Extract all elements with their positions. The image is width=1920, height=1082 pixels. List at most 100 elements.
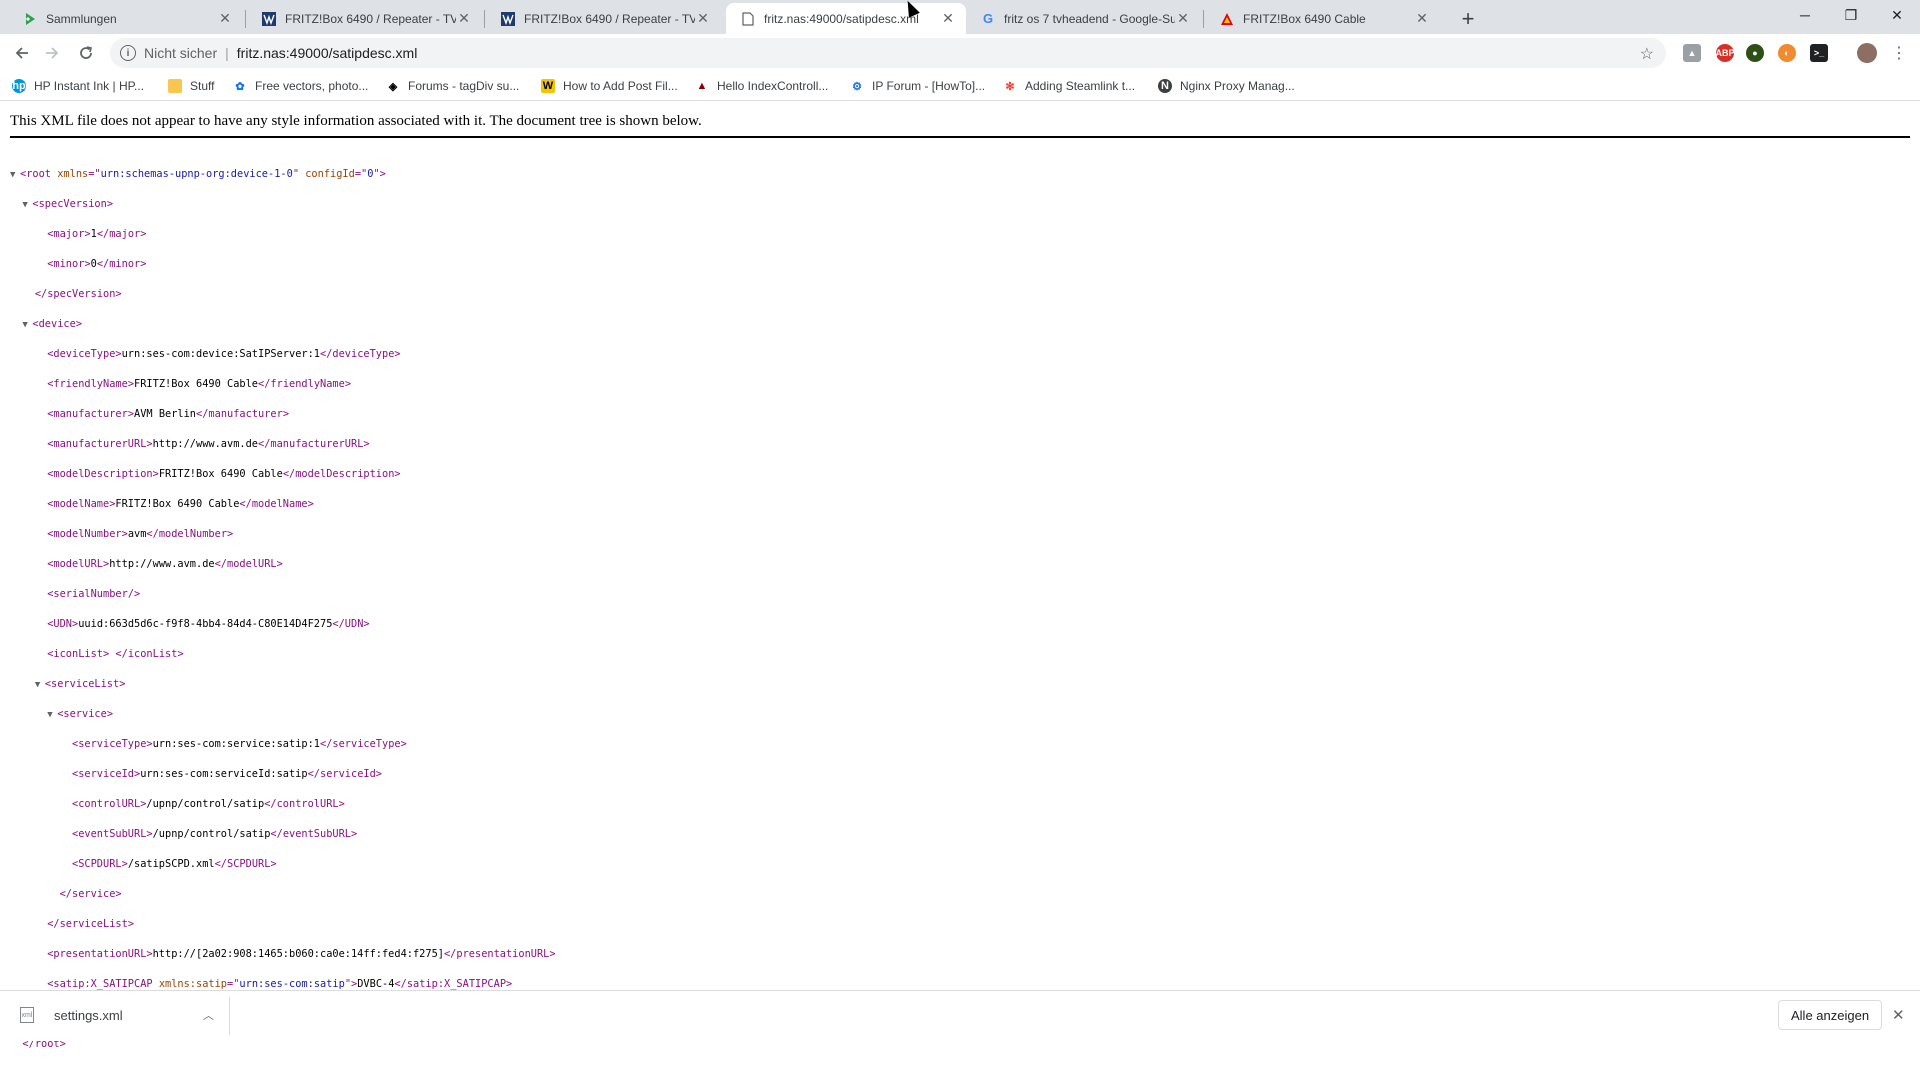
tab-fritzbox-repeater-2[interactable]: FRITZ!Box 6490 / Repeater - TVH ✕ [486,3,721,34]
chevron-up-icon[interactable]: ︿ [203,1007,214,1023]
tab-separator [1203,10,1204,28]
bookmark-label: Free vectors, photo... [255,79,369,93]
extension-orange-icon[interactable]: ◐ [1778,44,1796,62]
back-arrow-icon [15,47,28,59]
bookmark-star-icon[interactable]: ☆ [1640,44,1654,64]
bookmark-post-filter[interactable]: W How to Add Post Fil... [541,76,678,96]
xml-line-udn: <UDN>uuid:663d5d6c-f9f8-4bb4-84d4-C80E14… [47,618,370,630]
bookmark-label: Forums - tagDiv su... [408,79,520,93]
download-shelf: xml settings.xml ︿ Alle anzeigen ✕ [0,990,1920,1041]
bookmark-label: How to Add Post Fil... [563,79,678,93]
xml-line-controlurl: <controlURL>/upnp/control/satip</control… [72,798,345,810]
indexcontroller-icon: ▲ [696,80,708,92]
xml-style-notice: This XML file does not appear to have an… [10,113,702,129]
xml-line-modelname: <modelName>FRITZ!Box 6490 Cable</modelNa… [47,498,314,510]
bookmark-tagdiv[interactable]: ◈ Forums - tagDiv su... [386,76,520,96]
xml-tree: ▼ <root xmlns="urn:schemas-upnp-org:devic… [10,152,556,1082]
terminal-icon[interactable]: >_ [1810,44,1828,62]
bookmark-nginx-proxy[interactable]: N Nginx Proxy Manag... [1158,76,1295,96]
adblock-icon[interactable]: ABP [1716,44,1735,62]
xml-line-eventsuburl: <eventSubURL>/upnp/control/satip</eventS… [72,828,358,840]
xml-line-friendlyname: <friendlyName>FRITZ!Box 6490 Cable</frie… [47,378,352,390]
document-icon [740,11,756,27]
hp-icon: hp [12,79,26,93]
xml-line-root-open: ▼ <root xmlns="urn:schemas-upnp-org:devic… [10,167,556,182]
forward-arrow-icon [46,47,59,59]
xml-line-manufacturer: <manufacturer>AVM Berlin</manufacturer> [47,408,290,420]
download-item-settings[interactable]: xml settings.xml ︿ [20,999,220,1031]
freepik-icon: ✿ [235,80,245,93]
xml-line-manufacturerurl: <manufacturerURL>http://www.avm.de</manu… [47,438,370,450]
extension-green-icon[interactable]: ● [1746,44,1764,62]
show-all-downloads-button[interactable]: Alle anzeigen [1778,1000,1883,1030]
google-icon: G [982,11,994,26]
info-icon[interactable]: i [120,45,136,61]
address-divider: | [225,45,229,61]
menu-kebab-icon[interactable]: ⋮ [1885,39,1913,67]
reload-icon [80,46,92,59]
collapse-toggle-icon[interactable]: ▼ [10,168,20,183]
xml-line-presentationurl: <presentationURL>http://[2a02:908:1465:b… [47,948,556,960]
close-window-button[interactable]: ✕ [1874,0,1920,30]
tab-sammlungen[interactable]: Sammlungen ✕ [8,3,243,34]
wp-plugin-icon: W [541,79,555,93]
ipforum-icon: ⚙ [852,80,862,93]
tab-fritzbox-repeater-1[interactable]: FRITZ!Box 6490 / Repeater - TVH ✕ [247,3,482,34]
profile-avatar[interactable] [1857,43,1877,63]
folder-icon [168,79,182,93]
close-tab-icon[interactable]: ✕ [695,10,711,27]
reload-button[interactable] [72,39,100,67]
restore-button[interactable]: ❐ [1828,0,1874,30]
close-tab-icon[interactable]: ✕ [217,10,233,27]
minimize-button[interactable]: ─ [1782,0,1828,30]
bookmark-ip-forum[interactable]: ⚙ IP Forum - [HowTo]... [850,76,985,96]
xml-line-minor: <minor>0</minor> [47,258,147,270]
security-label[interactable]: Nicht sicher [144,45,217,61]
bookmark-label: IP Forum - [HowTo]... [872,79,986,93]
site-favicon-icon [500,11,516,27]
xml-line-specversion-close: </specVersion> [34,288,122,300]
close-shelf-icon[interactable]: ✕ [1892,1006,1905,1024]
bookmark-stuff-folder[interactable]: Stuff [168,76,214,96]
forward-button[interactable] [38,39,66,67]
tab-satipdesc-active[interactable]: fritz.nas:49000/satipdesc.xml ✕ [726,3,966,34]
xml-line-serviceid: <serviceId>urn:ses-com:serviceId:satip</… [72,768,382,780]
collapse-toggle-icon[interactable]: ▼ [47,708,57,723]
url-text[interactable]: fritz.nas:49000/satipdesc.xml [237,45,418,61]
collapse-toggle-icon[interactable]: ▼ [22,198,32,213]
xml-line-service-open: ▼ <service> [10,707,556,722]
bookmark-label: Adding Steamlink t... [1025,79,1136,93]
bookmark-hp-instant-ink[interactable]: hp HP Instant Ink | HP... [12,76,144,96]
sammlungen-icon [22,11,38,27]
bookmark-indexcontroller[interactable]: ▲ Hello IndexControll... [695,76,829,96]
xml-line-serialnumber: <serialNumber/> [47,588,141,600]
close-tab-icon[interactable]: ✕ [456,10,472,27]
tab-fritzbox-cable[interactable]: FRITZ!Box 6490 Cable ✕ [1205,3,1440,34]
extension-chart-icon[interactable]: ▲ [1683,44,1701,62]
close-tab-icon[interactable]: ✕ [1414,10,1430,27]
tab-google-search[interactable]: G fritz os 7 tvheadend - Google-Su ✕ [966,3,1201,34]
xml-line-major: <major>1</major> [47,228,147,240]
collapse-toggle-icon[interactable]: ▼ [35,678,45,693]
site-favicon-icon [261,11,277,27]
notice-divider [10,136,1910,138]
close-tab-icon[interactable]: ✕ [940,10,956,27]
bookmark-label: HP Instant Ink | HP... [34,79,145,93]
tab-strip: Sammlungen ✕ FRITZ!Box 6490 / Repeater -… [0,0,1920,34]
close-tab-icon[interactable]: ✕ [1175,10,1191,27]
back-button[interactable] [8,39,36,67]
collapse-toggle-icon[interactable]: ▼ [22,318,32,333]
bookmark-freepik[interactable]: ✿ Free vectors, photo... [233,76,368,96]
xml-file-icon: xml [20,1007,34,1023]
tab-title: Sammlungen [46,11,117,26]
xml-line-modeldescription: <modelDescription>FRITZ!Box 6490 Cable</… [47,468,401,480]
download-filename: settings.xml [54,1007,123,1023]
nginx-icon: N [1158,79,1172,93]
bookmark-label: Hello IndexControll... [717,79,829,93]
xml-line-specversion-open: ▼ <specVersion> [10,197,556,212]
tab-title: FRITZ!Box 6490 / Repeater - TVH [285,11,456,26]
tab-title: fritz os 7 tvheadend - Google-Su [1004,11,1175,26]
new-tab-button[interactable]: + [1454,5,1482,33]
address-bar[interactable]: i Nicht sicher | fritz.nas:49000/satipde… [110,38,1666,68]
bookmark-steamlink[interactable]: ✻ Adding Steamlink t... [1003,76,1135,96]
